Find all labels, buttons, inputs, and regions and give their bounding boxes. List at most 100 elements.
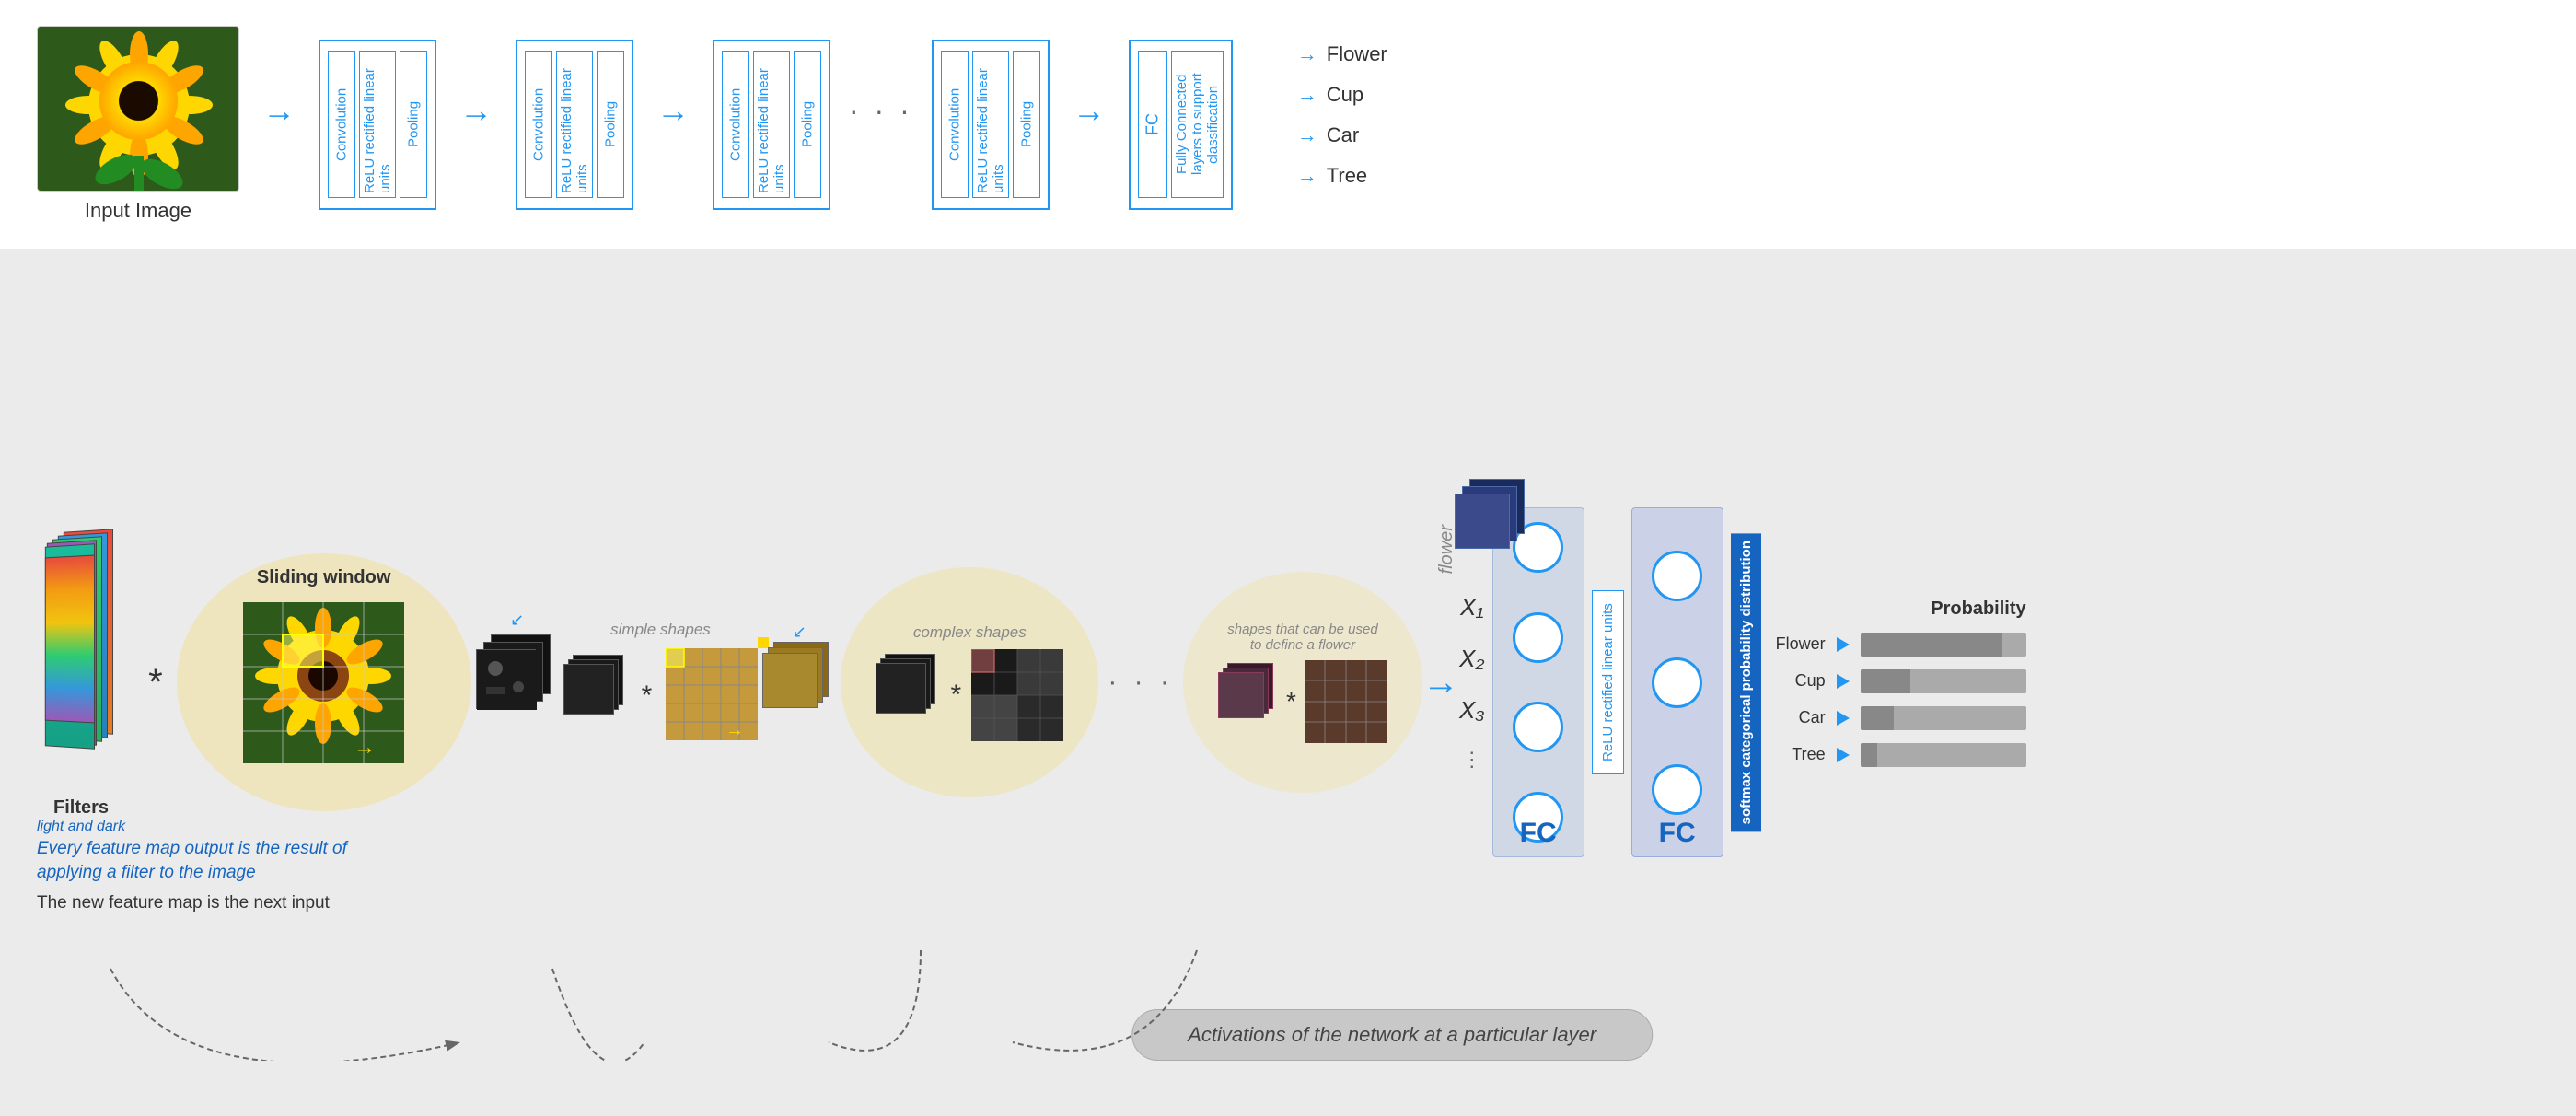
flower-shapes-content: * <box>1218 660 1387 743</box>
filter-card-rainbow <box>45 554 95 723</box>
dashed-section-2: ↙ <box>762 622 836 743</box>
prob-bar-car <box>1861 706 1894 730</box>
nn-dots: ⋮ <box>1462 748 1482 772</box>
nn-x2: X₂ <box>1459 645 1484 673</box>
conv2-label: Convolution <box>525 51 552 198</box>
filters-stack <box>44 530 118 788</box>
prob-row-car: Car <box>1775 706 2026 730</box>
simple-shapes-label: simple shapes <box>610 621 711 639</box>
navy-map-front <box>1455 494 1510 549</box>
fc2-label: FC <box>1659 818 1696 849</box>
sliding-window-label: Sliding window <box>257 567 391 588</box>
prob-arrow-flower <box>1837 637 1850 652</box>
stacked-pink-maps <box>1218 663 1278 741</box>
output-flower-text: Flower <box>1327 42 1387 66</box>
output-tree-text: Tree <box>1327 164 1367 188</box>
prob-bar-bg-cup <box>1861 669 2026 693</box>
pink-map-front <box>1218 672 1264 718</box>
output-flower: → Flower <box>1297 42 1387 66</box>
prob-bar-bg-car <box>1861 706 2026 730</box>
input-image-label: Input Image <box>85 199 191 223</box>
prob-label-flower: Flower <box>1775 634 1826 654</box>
asterisk-2: * <box>642 680 653 712</box>
output-arrow-flower: → <box>1297 42 1317 66</box>
output-tree: → Tree <box>1297 164 1387 188</box>
conv-block-1: Convolution ReLU rectified linear units … <box>319 40 436 210</box>
relu4-label: ReLU rectified linear units <box>972 51 1009 198</box>
caption-black: The new feature map is the next input <box>37 893 359 913</box>
filters-sublabel: light and dark <box>37 819 125 835</box>
fc-desc-label: Fully Connected layers to support classi… <box>1171 51 1224 198</box>
top-dots: · · · <box>849 94 913 128</box>
nn-circle-1b <box>1513 612 1563 663</box>
pool1-label: Pooling <box>400 51 427 198</box>
arrow-to-fc: → <box>1073 91 1106 130</box>
middle-dots: · · · <box>1108 667 1174 698</box>
stacked-dark-maps <box>476 634 559 754</box>
pool3-label: Pooling <box>794 51 821 198</box>
prob-bar-cup <box>1861 669 1910 693</box>
asterisk-3: * <box>950 680 961 711</box>
dark-map3-front <box>876 663 926 714</box>
probability-section: Probability Flower Cup Car <box>1775 599 2026 767</box>
svg-text:→: → <box>725 720 744 740</box>
prob-bar-bg-flower <box>1861 633 2026 657</box>
nn-circle-2b <box>1652 657 1702 708</box>
complex-shapes-label: complex shapes <box>913 623 1027 642</box>
nn-inputs: X₁ X₂ X₃ ⋮ <box>1459 593 1485 772</box>
output-car: → Car <box>1297 123 1387 147</box>
conv-block-3: Convolution ReLU rectified linear units … <box>713 40 830 210</box>
prob-row-cup: Cup <box>1775 669 2026 693</box>
asterisk-4: * <box>1286 687 1296 716</box>
flower-shapes-bubble: shapes that can be used to define a flow… <box>1183 572 1422 793</box>
nn-x3: X₃ <box>1459 696 1485 725</box>
relu-label: ReLU rectified linear units <box>1592 590 1624 774</box>
tan-map-front <box>762 653 818 708</box>
main-content: Filters light and dark * Sliding window <box>37 285 2539 1079</box>
conv4-label: Convolution <box>941 51 969 198</box>
arrow-1-2: → <box>459 91 493 130</box>
fc-block-top: FC Fully Connected layers to support cla… <box>1129 40 1233 210</box>
stacked-tan-maps <box>762 642 836 743</box>
output-cup: → Cup <box>1297 83 1387 107</box>
arrow-to-nn: → <box>1422 662 1459 703</box>
filters-section: Filters light and dark <box>37 530 125 835</box>
prob-bar-flower <box>1861 633 2002 657</box>
conv-block-2: Convolution ReLU rectified linear units … <box>516 40 633 210</box>
sliding-window-bubble: Sliding window <box>177 553 471 811</box>
simple-grid-svg: → <box>666 648 758 740</box>
simple-grid-container: → <box>666 648 758 745</box>
flower-grid-svg <box>1305 660 1387 743</box>
svg-text:→: → <box>354 735 376 760</box>
nn-circle-2a <box>1652 551 1702 601</box>
dark-map2-front <box>563 664 614 715</box>
caption-blue: Every feature map output is the result o… <box>37 837 359 886</box>
nn-circle-1c <box>1513 702 1563 752</box>
output-car-text: Car <box>1327 123 1359 147</box>
relu1-label: ReLU rectified linear units <box>359 51 396 198</box>
conv-block-4: Convolution ReLU rectified linear units … <box>932 40 1050 210</box>
dashed-section-1: ↙ <box>476 610 559 754</box>
activations-caption: Activations of the network at a particul… <box>1131 1009 1653 1061</box>
output-arrow-cup: → <box>1297 83 1317 107</box>
pool4-label: Pooling <box>1013 51 1040 198</box>
relu2-label: ReLU rectified linear units <box>556 51 593 198</box>
relu3-label: ReLU rectified linear units <box>753 51 790 198</box>
complex-shapes-bubble: complex shapes * <box>841 567 1098 797</box>
asterisk-1: * <box>148 662 163 703</box>
stacked-dark-maps-2 <box>563 655 628 738</box>
prob-label-car: Car <box>1775 708 1826 727</box>
filters-label: Filters <box>53 797 109 819</box>
complex-shapes-content: * <box>876 649 1063 741</box>
top-section: Input Image → Convolution ReLU rectified… <box>0 0 2576 249</box>
output-arrow-car: → <box>1297 123 1317 147</box>
fc-layer-2: FC <box>1631 507 1723 857</box>
prob-label-cup: Cup <box>1775 671 1826 691</box>
stacked-dark-maps-3 <box>876 654 940 737</box>
complex-shapes-inner: complex shapes * <box>876 623 1063 741</box>
output-cup-text: Cup <box>1327 83 1363 107</box>
complex-grid-svg <box>971 649 1063 741</box>
output-arrow-tree: → <box>1297 164 1317 188</box>
prob-row-tree: Tree <box>1775 743 2026 767</box>
sunflower-with-grid: → <box>243 602 404 763</box>
